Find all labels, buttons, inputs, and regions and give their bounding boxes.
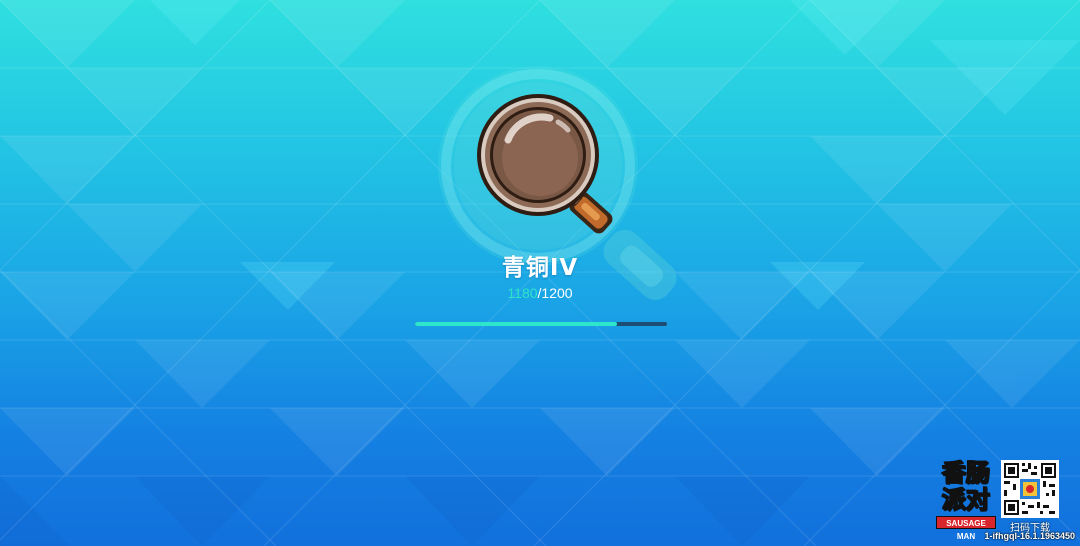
- build-version: 1-ifhgql-16.1.1963450: [984, 531, 1075, 541]
- qr-code: [1001, 460, 1059, 518]
- game-logo: 香肠派对 SAUSAGE MAN: [936, 459, 996, 541]
- rank-title: 青铜IV: [501, 255, 579, 281]
- score-current: 1180: [507, 285, 538, 301]
- rank-progress-bar: [415, 322, 667, 326]
- rank-score: 1180/1200: [440, 285, 640, 301]
- logo-subtitle: SAUSAGE MAN: [936, 516, 996, 541]
- rank-screen: 青铜IV 1180/1200 香肠派对 SAUSAGE MAN 扫码下载 1-i…: [0, 0, 1080, 546]
- logo-title: 香肠派对: [941, 459, 991, 515]
- rank-progress-fill: [415, 322, 617, 326]
- score-max: 1200: [541, 285, 573, 301]
